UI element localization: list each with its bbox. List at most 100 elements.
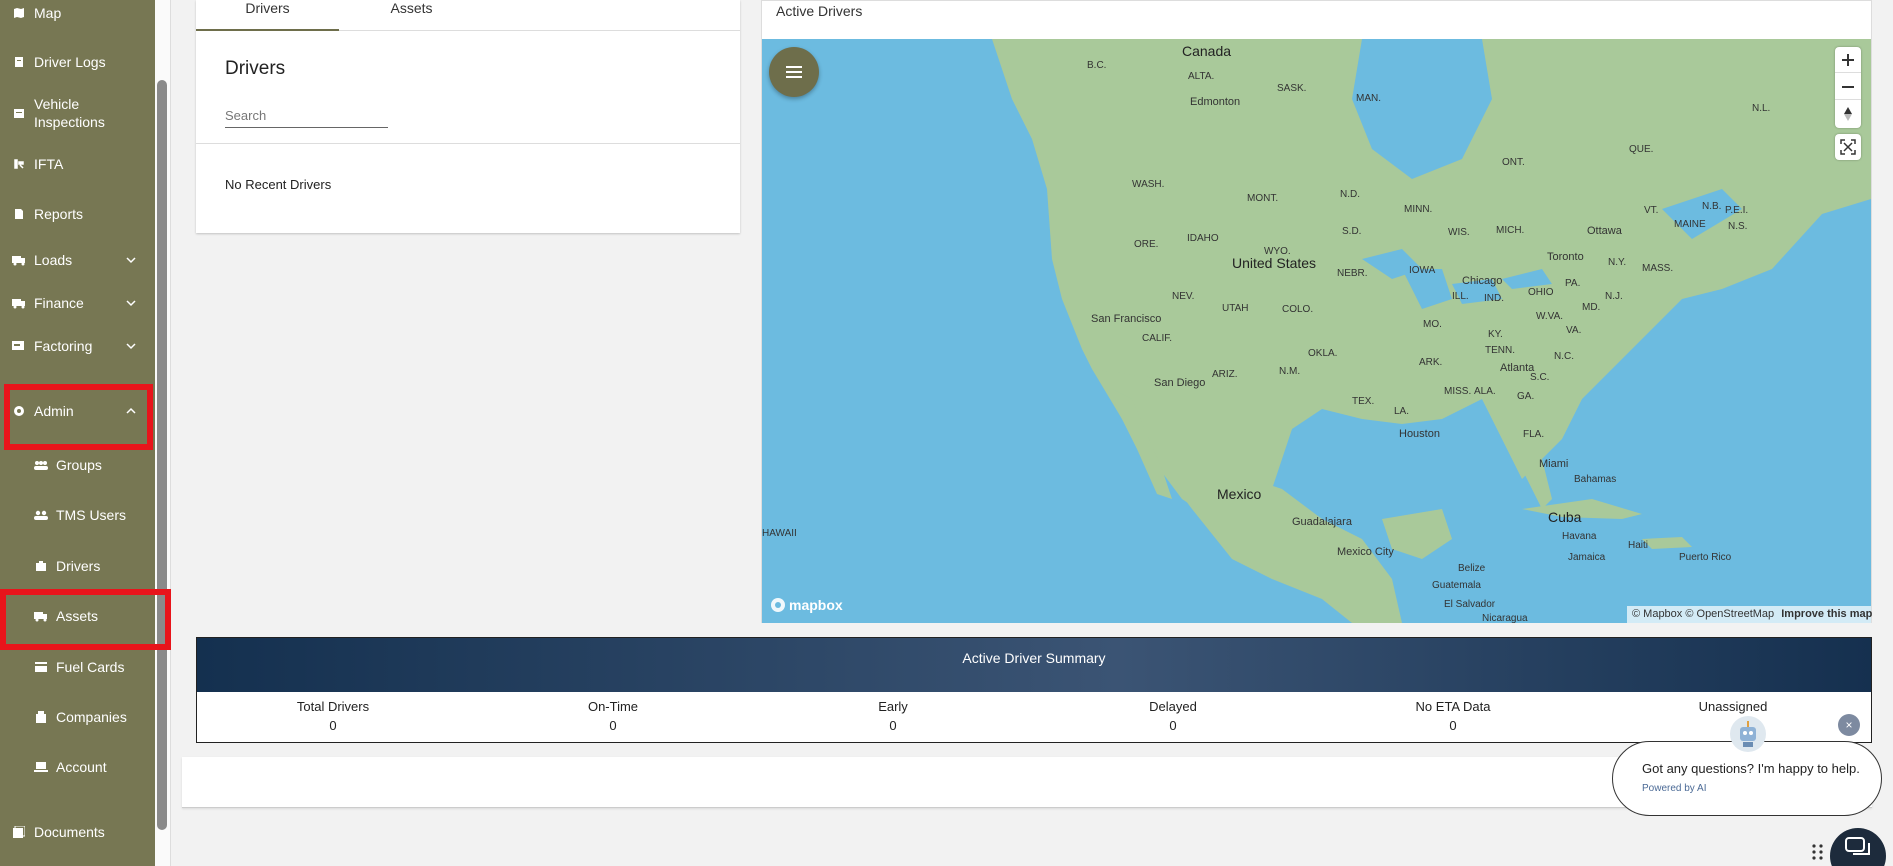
map-canvas[interactable]: Canada United States Mexico Cuba B.C. AL… [762,39,1871,623]
map-label-region: PA. [1565,278,1581,289]
sidebar-item-label: TMS Users [56,507,126,523]
truck-icon [12,253,26,267]
sidebar-item-reports[interactable]: Reports [0,205,155,223]
sidebar-item-driver-logs[interactable]: Driver Logs [0,53,155,71]
map-label-city: Edmonton [1190,96,1241,108]
sidebar-item-fuel-cards[interactable]: Fuel Cards [0,658,155,676]
map-label-city: Nicaragua [1482,613,1528,623]
map-label-city: San Francisco [1091,313,1162,325]
driver-search-input[interactable] [225,104,388,128]
sidebar-item-map[interactable]: Map [0,4,155,22]
map-attribution: © Mapbox © OpenStreetMap Improve this ma… [1627,606,1872,623]
map-label-city: Atlanta [1500,362,1535,374]
stat-value: 0 [1169,718,1177,733]
map-label-region: QUE. [1629,144,1654,155]
truck-icon [12,296,26,310]
fuel-tax-icon [12,157,26,171]
mapbox-icon [771,598,785,612]
stat-early: Early 0 [793,699,993,733]
map-label-city: Bahamas [1574,474,1617,485]
compass-button[interactable] [1835,101,1861,127]
map-label-country: Cuba [1548,509,1582,525]
map-label-region: OHIO [1528,287,1554,298]
map-menu-button[interactable] [769,47,819,97]
map-label-city: Chicago [1462,275,1503,287]
fullscreen-button[interactable] [1835,134,1861,160]
clipboard-icon [12,55,26,69]
map-label-city: Mexico City [1337,546,1394,558]
zoom-out-button[interactable] [1835,74,1861,100]
sidebar-item-finance[interactable]: Finance [0,294,155,312]
improve-map-link[interactable]: Improve this map [1781,608,1872,620]
map-label-region: MAINE [1674,219,1706,230]
chat-bot-avatar [1730,716,1766,752]
sidebar-item-label: Reports [34,206,84,222]
summary-title: Active Driver Summary [197,638,1871,692]
map-label-city: Belize [1458,563,1486,574]
mapbox-logo[interactable]: mapbox [770,597,843,613]
map-label-city: Ottawa [1587,225,1622,237]
map-label-region: UTAH [1222,303,1249,314]
close-icon: × [1845,718,1853,732]
map-icon [12,6,26,20]
map-land-shapes [992,39,1871,623]
map-label-country: United States [1232,255,1317,271]
sidebar-item-label: Groups [56,457,102,473]
sidebar-item-loads[interactable]: Loads [0,251,155,269]
sidebar-item-vehicle-inspections[interactable]: Vehicle Inspections [0,95,155,131]
chat-prompt-bubble[interactable] [1612,741,1882,816]
stat-total-drivers: Total Drivers 0 [233,699,433,733]
sidebar-item-tms-users[interactable]: TMS Users [0,506,155,524]
map-label-city: Houston [1399,428,1440,440]
sidebar-item-groups[interactable]: Groups [0,456,155,474]
map-label-city: Guadalajara [1292,516,1352,528]
report-icon [12,207,26,221]
chat-question-text: Got any questions? I'm happy to help. [1642,761,1860,776]
map-label-region: MISS. [1444,386,1472,397]
sidebar-item-label: Companies [56,709,127,725]
chevron-down-icon [126,300,136,307]
sidebar-item-documents[interactable]: Documents [0,823,155,841]
stat-value: 0 [609,718,617,733]
map-label-region: ALTA. [1188,71,1215,82]
attribution-text[interactable]: © Mapbox © OpenStreetMap [1632,608,1774,620]
tab-drivers[interactable]: Drivers [196,0,339,31]
map-label-region: N.B. [1702,201,1722,212]
sidebar-item-companies[interactable]: Companies [0,708,155,726]
map-label-region: ARIZ. [1212,369,1238,380]
map-label-region: HAWAII [762,528,797,539]
map-label-city: Guatemala [1432,580,1481,591]
drag-handle-icon[interactable] [1810,843,1826,861]
sidebar-item-label: Documents [34,824,105,840]
sidebar-item-account[interactable]: Account [0,758,155,776]
sidebar-item-drivers[interactable]: Drivers [0,557,155,575]
tab-assets[interactable]: Assets [339,0,484,31]
chat-launcher-button[interactable] [1830,828,1886,866]
sidebar-item-label: Loads [34,252,73,268]
minus-icon [1842,85,1854,88]
map-label-city: Jamaica [1568,552,1606,563]
map-label-region: P.E.I. [1725,205,1749,216]
chat-close-button[interactable]: × [1838,714,1860,736]
plus-icon [1842,53,1854,66]
map-label-region: IOWA [1409,265,1436,276]
map-label-city: Haiti [1628,540,1649,551]
sidebar-item-label: Factoring [34,338,93,354]
sidebar-scrollbar[interactable] [157,80,167,830]
stat-label: No ETA Data [1415,699,1491,714]
stat-label: Total Drivers [296,699,370,714]
sidebar-item-factoring[interactable]: Factoring [0,337,155,355]
map-label-region: MO. [1423,319,1442,330]
map-label-region: IND. [1484,293,1504,304]
map-label-region: OKLA. [1308,348,1338,359]
documents-icon [12,825,26,839]
stat-label: Unassigned [1698,699,1768,714]
sidebar-item-label: Account [56,759,107,775]
zoom-controls [1835,47,1861,128]
map-label-region: N.J. [1605,291,1623,302]
zoom-in-button[interactable] [1835,47,1861,73]
map-label-region: NEV. [1172,291,1195,302]
users-icon [34,508,48,522]
map-label-region: N.S. [1728,221,1748,232]
sidebar-item-ifta[interactable]: IFTA [0,155,155,173]
